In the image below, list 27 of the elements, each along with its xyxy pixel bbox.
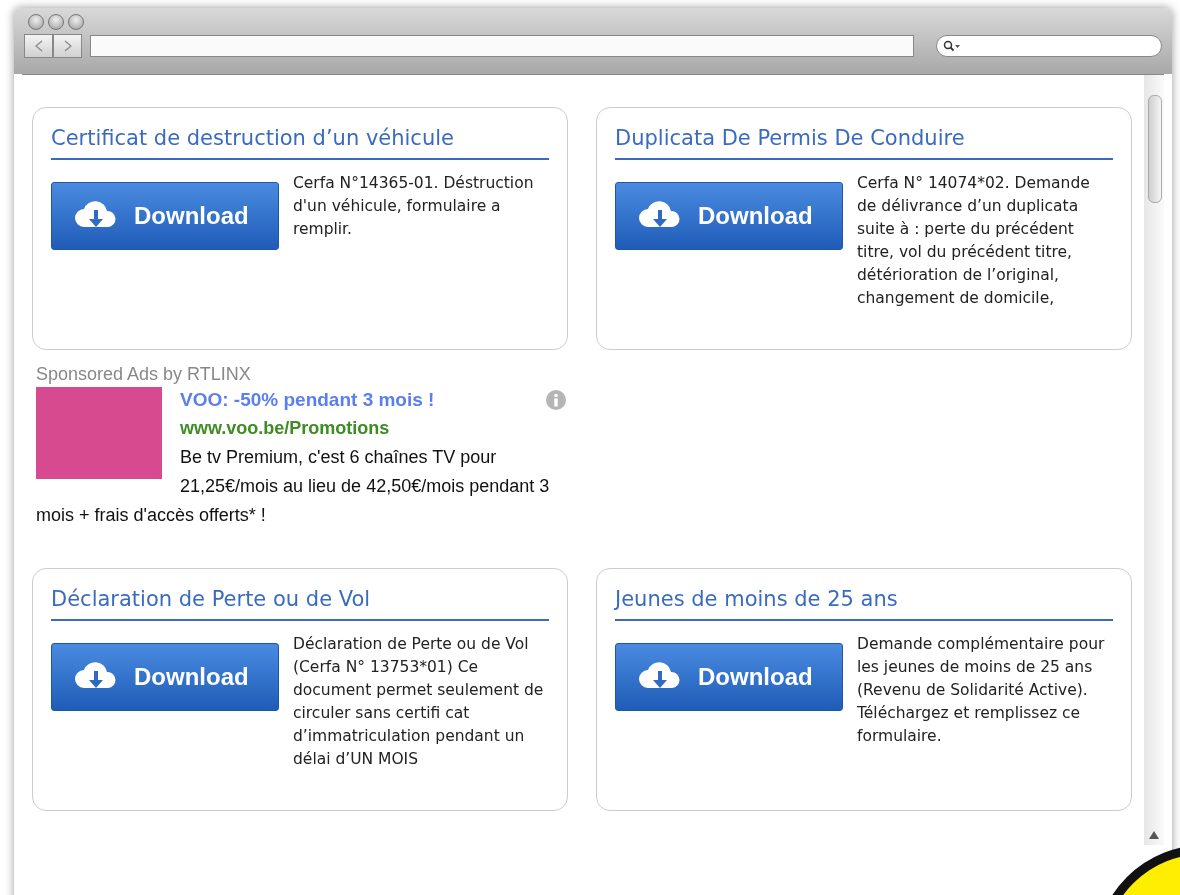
download-button[interactable]: Download	[615, 182, 843, 250]
address-field[interactable]	[90, 35, 914, 57]
ad-description: Be tv Premium, c'est 6 chaînes TV pour 21,25€/mois au lieu de 42,50€/mois pendant 3 mois + frais d'accès offerts* !	[36, 447, 550, 525]
window-control-button[interactable]	[28, 14, 44, 30]
card-description: Cerfa N° 14074*02. Demande de délivrance d’un duplicata suite à : perte du précédent titre, vol du précédent titre, détérioration de l’original, changement de domicile,	[857, 173, 1091, 309]
card-description: Déclaration de Perte ou de Vol (Cerfa N° 13753*01) Ce document permet seulement de circuler sans certifi cat d’immatriculation pendant un délai d’UN MOIS	[293, 634, 545, 770]
scrollbar-thumb[interactable]	[1148, 95, 1162, 203]
scroll-up-arrow-icon[interactable]	[1149, 831, 1159, 839]
card-title[interactable]: Duplicata De Permis De Conduire	[615, 126, 1113, 160]
card-title[interactable]: Déclaration de Perte ou de Vol	[51, 587, 549, 621]
card-title[interactable]: Certificat de destruction d’un véhicule	[51, 126, 549, 160]
ad-headline-link[interactable]: VOO: -50% pendant 3 mois !	[180, 385, 435, 414]
card-title[interactable]: Jeunes de moins de 25 ans	[615, 587, 1113, 621]
window-control-button[interactable]	[48, 14, 64, 30]
info-icon[interactable]	[546, 389, 566, 410]
download-button[interactable]: Download	[51, 643, 279, 711]
card-description: Cerfa N°14365-01. Déstruction d'un véhicule, formulaire a remplir.	[293, 173, 535, 240]
card-description: Demande complémentaire pour les jeunes de moins de 25 ans (Revenu de Solidarité Active). Téléchargez et remplissez ce formulaire.	[857, 634, 1106, 747]
forward-button[interactable]	[53, 34, 82, 58]
download-button[interactable]: Download	[51, 182, 279, 250]
window-control-button[interactable]	[68, 14, 84, 30]
ad-url-link[interactable]: www.voo.be/Promotions	[36, 414, 566, 443]
back-button[interactable]	[24, 34, 53, 58]
search-field[interactable]	[936, 35, 1162, 57]
search-icon	[943, 40, 961, 52]
download-button[interactable]: Download	[615, 643, 843, 711]
sponsor-label: Sponsored Ads by RTLINX	[36, 364, 252, 385]
